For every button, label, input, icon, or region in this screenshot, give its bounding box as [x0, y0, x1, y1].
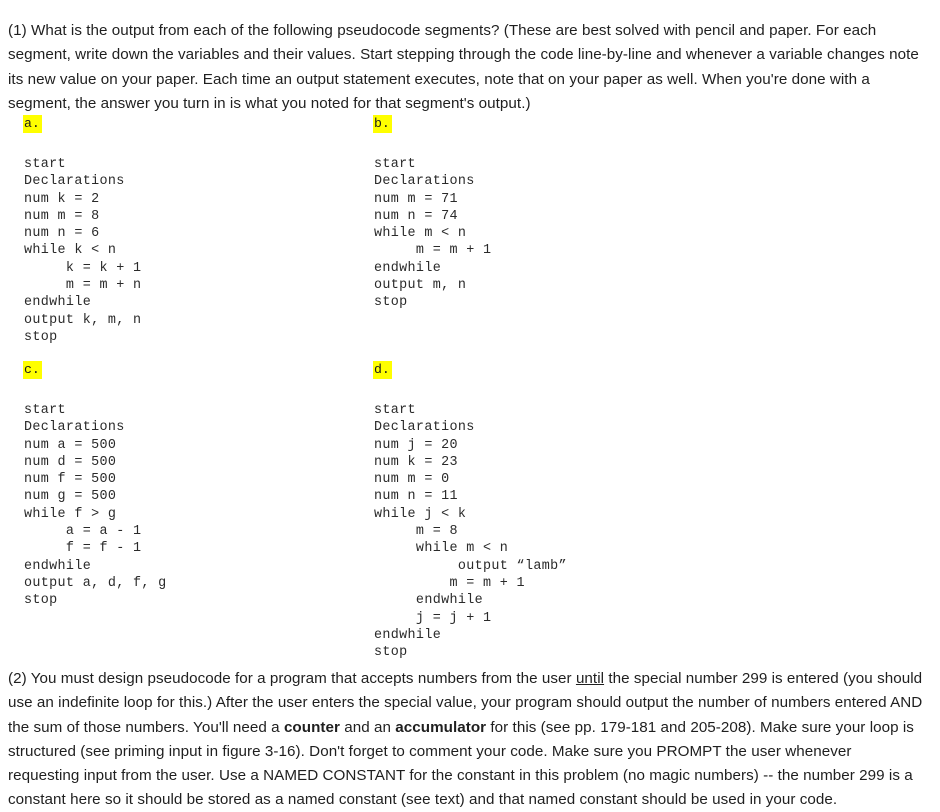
q2-bold-accumulator: accumulator — [395, 718, 487, 736]
pseudocode-segment-a: a. start Declarations num k = 2 num m = … — [22, 114, 141, 346]
segment-a-code: start Declarations num k = 2 num m = 8 n… — [24, 157, 142, 345]
pseudocode-segment-d: d. start Declarations num j = 20 num k =… — [372, 360, 567, 661]
pseudocode-segment-b: b. start Declarations num m = 71 num n =… — [372, 114, 491, 312]
segment-label-b: b. — [373, 115, 392, 133]
segment-c-code: start Declarations num a = 500 num d = 5… — [24, 403, 167, 609]
worksheet-page: (1) What is the output from each of the … — [0, 0, 940, 808]
q2-lead: (2) You must design pseudocode for a pro… — [8, 670, 576, 688]
pseudocode-segment-c: c. start Declarations num a = 500 num d … — [22, 360, 167, 610]
segment-b-code: start Declarations num m = 71 num n = 74… — [374, 157, 492, 311]
segment-label-c: c. — [23, 361, 42, 379]
q2-underlined-until: until — [575, 670, 605, 688]
q2-bold-counter: counter — [283, 718, 340, 736]
segment-label-a: a. — [23, 115, 42, 133]
question-1-text: (1) What is the output from each of the … — [8, 22, 919, 112]
segment-label-d: d. — [373, 361, 392, 379]
segment-d-code: start Declarations num j = 20 num k = 23… — [374, 403, 567, 661]
question-2-text: (2) You must design pseudocode for a pro… — [8, 667, 926, 812]
q2-between-bold: and an — [339, 718, 396, 736]
